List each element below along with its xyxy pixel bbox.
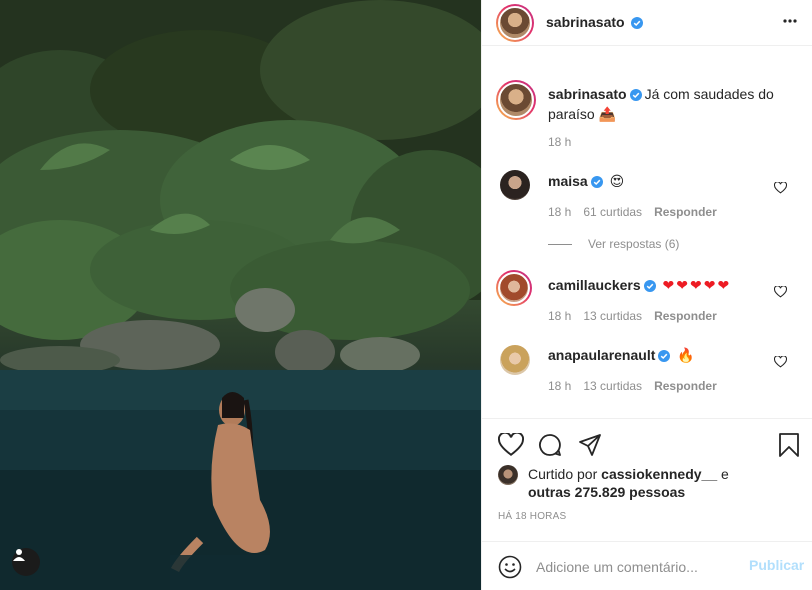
verified-badge-icon	[658, 350, 671, 362]
comment-meta: 18 h 13 curtidas Responder	[548, 379, 729, 393]
verified-badge-icon	[590, 176, 603, 188]
likes-summary: Curtido por cassiokennedy__ e outras 275…	[528, 465, 729, 501]
likes-connector: e	[721, 466, 729, 482]
more-options-icon[interactable]	[782, 18, 798, 24]
reply-button[interactable]: Responder	[654, 379, 717, 393]
user-tag-icon	[13, 549, 25, 561]
comment-text: 😍	[609, 173, 625, 189]
heart-icon[interactable]	[498, 433, 524, 457]
comment-username[interactable]: anapaularenault	[548, 347, 655, 363]
post-timestamp[interactable]: HÁ 18 HORAS	[498, 511, 566, 522]
comment-likes[interactable]: 13 curtidas	[583, 379, 642, 393]
likes-prefix: Curtido por	[528, 466, 598, 482]
comment: anapaularenault 🔥	[548, 345, 695, 365]
publish-button[interactable]: Publicar	[749, 557, 804, 573]
bookmark-icon[interactable]	[778, 433, 800, 457]
post-photo[interactable]	[0, 0, 481, 590]
comment-meta: 18 h 13 curtidas Responder	[548, 309, 729, 323]
comment-like-heart-icon[interactable]	[774, 286, 787, 298]
caption-author-avatar[interactable]	[496, 80, 536, 120]
comment-icon[interactable]	[538, 433, 562, 457]
divider	[548, 243, 572, 245]
add-comment-bar: Publicar	[482, 541, 812, 590]
post-header: sabrinasato	[482, 0, 812, 46]
post-actions-section: Curtido por cassiokennedy__ e outras 275…	[482, 418, 812, 590]
caption-time[interactable]: 18 h	[548, 135, 571, 149]
comment-text: ❤❤❤❤❤	[662, 277, 732, 293]
user-tag-button[interactable]	[12, 548, 40, 576]
post-details-panel: sabrinasato sabrinasato Já com saudades d…	[481, 0, 812, 590]
comment-like-heart-icon[interactable]	[774, 356, 787, 368]
view-replies-label: Ver respostas (6)	[588, 237, 680, 251]
liker-username[interactable]: cassiokennedy__	[601, 466, 717, 482]
comment: camillauckers ❤❤❤❤❤	[548, 275, 731, 295]
share-icon[interactable]	[578, 433, 602, 457]
comment-avatar[interactable]	[496, 270, 532, 306]
comment-input[interactable]	[536, 556, 736, 578]
caption-meta: 18 h	[548, 135, 583, 149]
verified-badge-icon	[631, 17, 644, 29]
comment-avatar[interactable]	[500, 345, 530, 375]
comment-likes[interactable]: 13 curtidas	[583, 309, 642, 323]
comment-text: 🔥	[677, 347, 695, 363]
post-caption: sabrinasato Já com saudades do paraíso 📤	[548, 84, 798, 124]
comment-likes[interactable]: 61 curtidas	[583, 205, 642, 219]
comment-username[interactable]: camillauckers	[548, 277, 641, 293]
view-replies-button[interactable]: Ver respostas (6)	[548, 237, 679, 251]
verified-badge-icon	[643, 280, 656, 292]
comment-time[interactable]: 18 h	[548, 379, 571, 393]
author-username[interactable]: sabrinasato	[546, 14, 625, 30]
comment-time[interactable]: 18 h	[548, 205, 571, 219]
verified-badge-icon	[629, 89, 642, 101]
emoji-icon[interactable]	[498, 555, 522, 579]
comment-username[interactable]: maisa	[548, 173, 588, 189]
reply-button[interactable]: Responder	[654, 309, 717, 323]
caption-username[interactable]: sabrinasato	[548, 86, 627, 102]
likes-others[interactable]: outras 275.829 pessoas	[528, 484, 685, 500]
liker-avatar[interactable]	[498, 465, 518, 485]
comment-meta: 18 h 61 curtidas Responder	[548, 205, 729, 219]
author-avatar[interactable]	[496, 4, 534, 42]
reply-button[interactable]: Responder	[654, 205, 717, 219]
comment-avatar[interactable]	[500, 170, 530, 200]
comment-time[interactable]: 18 h	[548, 309, 571, 323]
comment: maisa 😍	[548, 171, 624, 191]
comment-like-heart-icon[interactable]	[774, 182, 787, 194]
jungle-scene	[0, 0, 481, 590]
